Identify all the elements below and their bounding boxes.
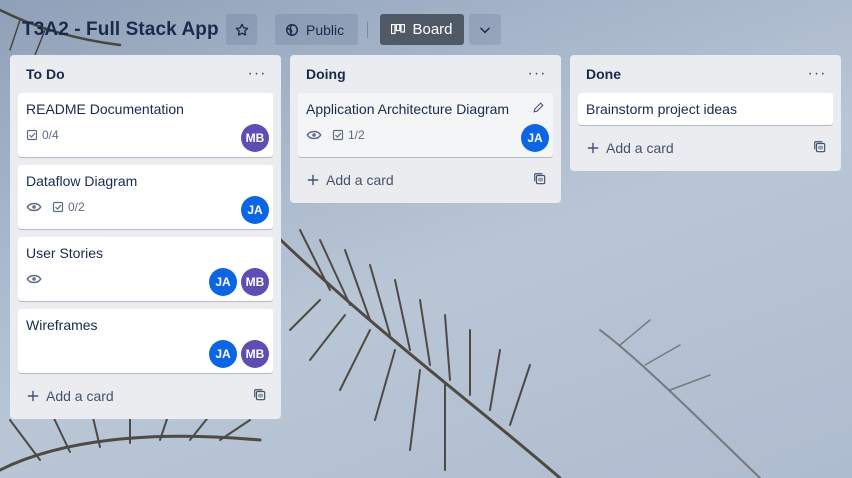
- eye-icon: [26, 274, 42, 284]
- avatar[interactable]: JA: [241, 196, 269, 224]
- avatar[interactable]: MB: [241, 340, 269, 368]
- card[interactable]: User Stories JA MB: [18, 237, 273, 301]
- watch-badge: [26, 201, 42, 213]
- card-badges: 0/4: [26, 125, 265, 145]
- plus-icon: [27, 390, 39, 402]
- card[interactable]: Application Architecture Diagram 1/2 JA: [298, 93, 553, 157]
- card-members: MB: [241, 124, 269, 152]
- eye-icon: [26, 202, 42, 212]
- list-header: Doing ···: [298, 55, 553, 93]
- template-icon: [254, 388, 266, 400]
- add-card-button[interactable]: Add a card: [26, 388, 114, 404]
- eye-icon: [306, 130, 322, 140]
- avatar[interactable]: MB: [241, 268, 269, 296]
- create-from-template-button[interactable]: [813, 140, 827, 157]
- card-title: Application Architecture Diagram: [306, 101, 510, 117]
- list-title[interactable]: To Do: [26, 66, 65, 82]
- card-title: User Stories: [26, 245, 104, 261]
- plus-icon: [307, 174, 319, 186]
- card[interactable]: Brainstorm project ideas: [578, 93, 833, 125]
- card[interactable]: Dataflow Diagram 0/2 JA: [18, 165, 273, 229]
- board-icon: [391, 23, 406, 34]
- add-card-button[interactable]: Add a card: [586, 140, 674, 156]
- list-menu-button[interactable]: ···: [245, 66, 269, 82]
- plus-icon: [587, 142, 599, 154]
- create-from-template-button[interactable]: [253, 388, 267, 405]
- card-title: Wireframes: [26, 317, 98, 333]
- checklist-count: 1/2: [348, 128, 365, 142]
- add-card-button[interactable]: Add a card: [306, 172, 394, 188]
- card-members: JA: [241, 196, 269, 224]
- checklist-icon: [52, 201, 64, 213]
- add-card-label: Add a card: [46, 388, 114, 404]
- card-title: Brainstorm project ideas: [586, 101, 737, 117]
- add-card-row: Add a card: [298, 165, 553, 195]
- globe-icon: [286, 23, 298, 36]
- list-header: To Do ···: [18, 55, 273, 93]
- template-icon: [534, 172, 546, 184]
- list-done: Done ··· Brainstorm project ideas Add a …: [570, 55, 841, 171]
- list-doing: Doing ··· Application Architecture Diagr…: [290, 55, 561, 203]
- list-header: Done ···: [578, 55, 833, 93]
- card-badges: 0/2: [26, 197, 265, 217]
- list-title[interactable]: Doing: [306, 66, 346, 82]
- avatar[interactable]: JA: [521, 124, 549, 152]
- create-from-template-button[interactable]: [533, 172, 547, 189]
- checklist-icon: [332, 129, 344, 141]
- add-card-label: Add a card: [326, 172, 394, 188]
- card-members: JA: [521, 124, 549, 152]
- star-icon: [235, 23, 248, 36]
- board-view-button[interactable]: Board: [380, 14, 464, 45]
- header-divider: [367, 22, 368, 38]
- checklist-icon: [26, 129, 38, 141]
- card-badges: 1/2: [306, 125, 545, 145]
- template-icon: [814, 140, 826, 152]
- checklist-count: 0/4: [42, 128, 59, 142]
- edit-card-button[interactable]: [532, 101, 545, 119]
- add-card-row: Add a card: [578, 133, 833, 163]
- add-card-label: Add a card: [606, 140, 674, 156]
- watch-badge: [26, 273, 42, 285]
- visibility-button[interactable]: Public: [275, 14, 358, 45]
- card[interactable]: Wireframes JA MB: [18, 309, 273, 373]
- avatar[interactable]: JA: [209, 340, 237, 368]
- board-view-label: Board: [412, 21, 453, 38]
- checklist-badge: 0/4: [26, 128, 59, 142]
- list-menu-button[interactable]: ···: [525, 66, 549, 82]
- list-todo: To Do ··· README Documentation 0/4 MB Da…: [10, 55, 281, 419]
- card-title: README Documentation: [26, 101, 184, 117]
- card-members: JA MB: [209, 340, 269, 368]
- checklist-badge: 1/2: [332, 128, 365, 142]
- card-title: Dataflow Diagram: [26, 173, 138, 189]
- checklist-badge: 0/2: [52, 200, 85, 214]
- checklist-count: 0/2: [68, 200, 85, 214]
- pencil-icon: [533, 102, 544, 113]
- board-header: T3A2 - Full Stack App Public Board: [0, 6, 852, 54]
- watch-badge: [306, 129, 322, 141]
- chevron-down-icon: [480, 27, 490, 33]
- list-menu-button[interactable]: ···: [805, 66, 829, 82]
- avatar[interactable]: MB: [241, 124, 269, 152]
- avatar[interactable]: JA: [209, 268, 237, 296]
- visibility-label: Public: [306, 21, 345, 38]
- card-members: JA MB: [209, 268, 269, 296]
- view-switcher-button[interactable]: [469, 14, 501, 45]
- add-card-row: Add a card: [18, 381, 273, 411]
- star-board-button[interactable]: [226, 14, 257, 45]
- card[interactable]: README Documentation 0/4 MB: [18, 93, 273, 157]
- board-title[interactable]: T3A2 - Full Stack App: [22, 19, 219, 41]
- list-title[interactable]: Done: [586, 66, 621, 82]
